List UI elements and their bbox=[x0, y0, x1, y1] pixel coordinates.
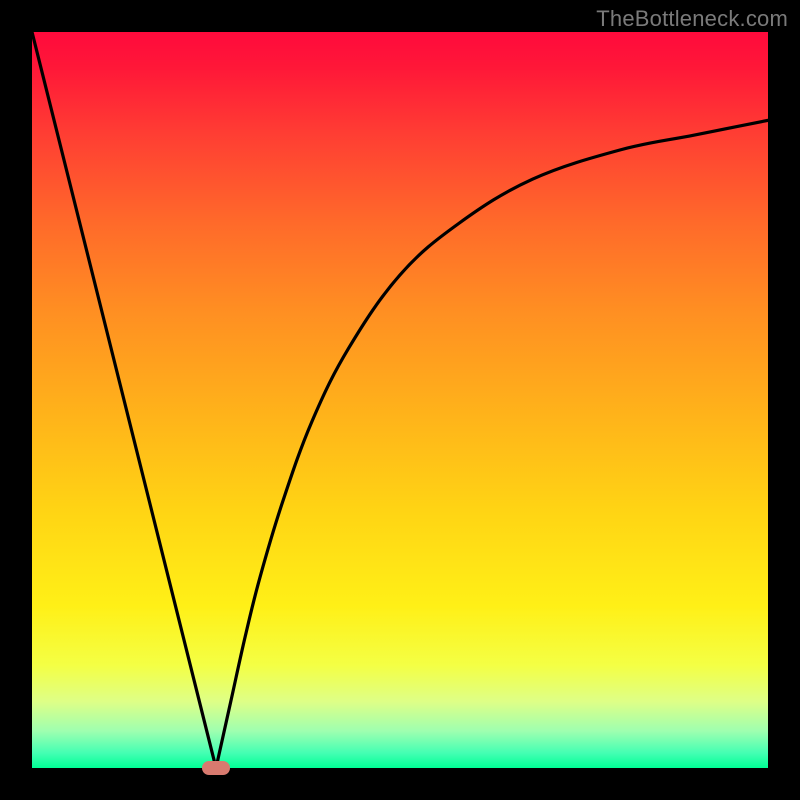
optimal-point-marker bbox=[202, 761, 230, 775]
curve-right-arm bbox=[216, 120, 768, 768]
plot-area bbox=[32, 32, 768, 768]
curve-svg bbox=[32, 32, 768, 768]
curve-left-arm bbox=[32, 32, 216, 768]
watermark-text: TheBottleneck.com bbox=[596, 6, 788, 32]
chart-frame: TheBottleneck.com bbox=[0, 0, 800, 800]
